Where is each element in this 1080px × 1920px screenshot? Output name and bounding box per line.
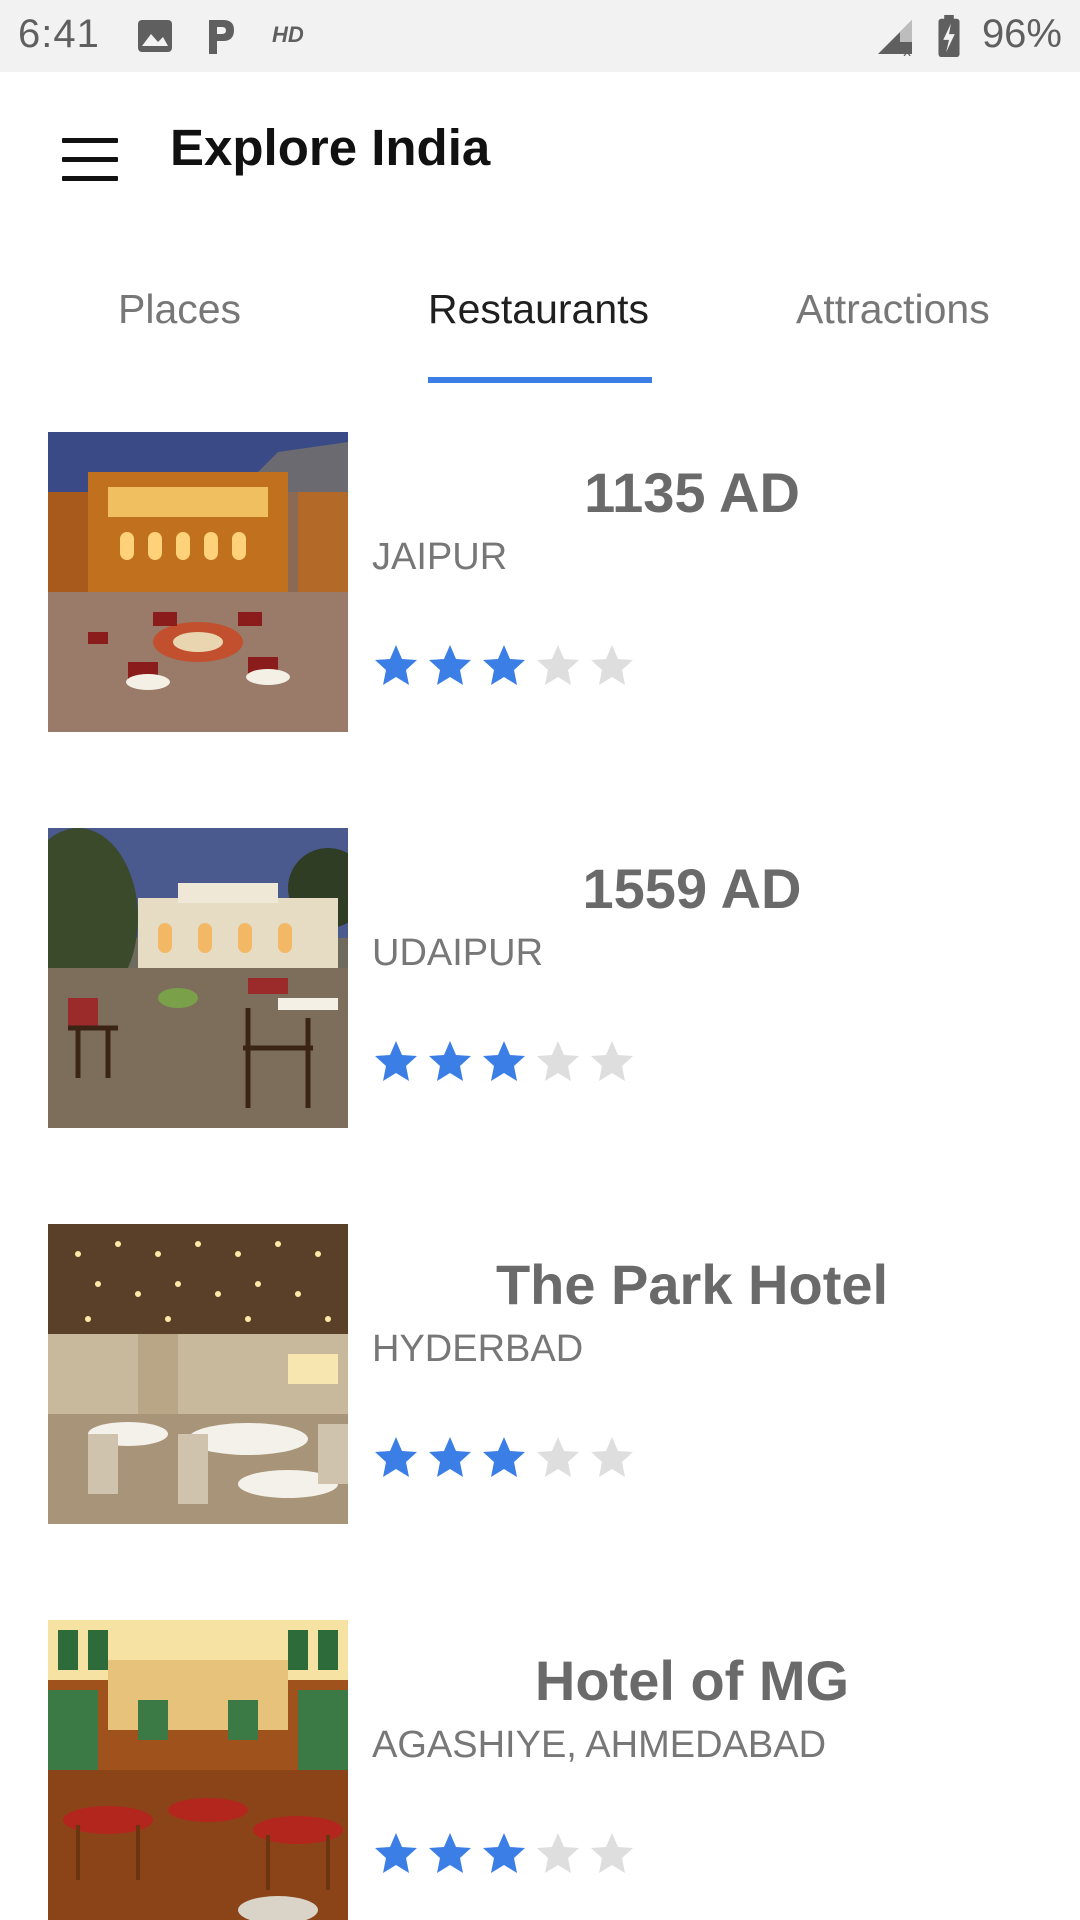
garden-restaurant-image <box>48 828 348 1128</box>
star-empty-icon <box>591 1041 633 1081</box>
star-filled-icon <box>375 645 417 685</box>
restaurant-location: HYDERBAD <box>372 1328 584 1370</box>
page-title: Explore India <box>170 119 491 176</box>
tab-restaurants[interactable]: Restaurants <box>428 286 649 333</box>
star-empty-icon <box>537 645 579 685</box>
star-filled-icon <box>483 645 525 685</box>
dining-hall-image <box>48 1224 348 1524</box>
image-icon <box>138 20 172 52</box>
star-empty-icon <box>591 1437 633 1477</box>
star-empty-icon <box>537 1041 579 1081</box>
tab-places[interactable]: Places <box>118 286 241 333</box>
restaurant-location: JAIPUR <box>372 536 508 578</box>
restaurant-location: AGASHIYE, AHMEDABAD <box>372 1724 827 1766</box>
star-filled-icon <box>375 1833 417 1873</box>
star-filled-icon <box>483 1041 525 1081</box>
tab-indicator <box>428 377 652 383</box>
list-item[interactable]: 1559 AD UDAIPUR <box>0 828 1080 1128</box>
signal-icon: x <box>878 20 912 58</box>
status-time: 6:41 <box>18 12 100 56</box>
star-empty-icon <box>537 1833 579 1873</box>
list-item[interactable]: 1135 AD JAIPUR <box>0 432 1080 732</box>
tab-bar: Places Restaurants Attractions <box>0 262 1080 384</box>
app-bar: Explore India <box>0 72 1080 232</box>
ornate-dining-image <box>48 1620 348 1920</box>
star-filled-icon <box>429 1833 471 1873</box>
star-filled-icon <box>375 1041 417 1081</box>
hd-icon: HD <box>272 22 304 47</box>
restaurant-name: Hotel of MG <box>534 1649 850 1712</box>
menu-icon[interactable] <box>62 138 118 182</box>
parking-icon <box>209 20 234 54</box>
star-filled-icon <box>483 1833 525 1873</box>
status-bar: 6:41 HD x 96% <box>0 0 1080 72</box>
svg-text:x: x <box>903 44 911 58</box>
battery-charging-icon <box>938 14 960 58</box>
list-item[interactable]: Hotel of MG AGASHIYE, AHMEDABAD <box>0 1620 1080 1920</box>
list-item[interactable]: The Park Hotel HYDERBAD <box>0 1224 1080 1524</box>
restaurant-name: The Park Hotel <box>495 1253 889 1316</box>
star-empty-icon <box>591 1833 633 1873</box>
star-filled-icon <box>483 1437 525 1477</box>
star-empty-icon <box>537 1437 579 1477</box>
battery-percent: 96% <box>981 12 1062 56</box>
star-filled-icon <box>429 645 471 685</box>
restaurant-location: UDAIPUR <box>372 932 544 974</box>
star-filled-icon <box>429 1437 471 1477</box>
tab-attractions[interactable]: Attractions <box>796 286 990 333</box>
courtyard-restaurant-image <box>48 432 348 732</box>
restaurant-name: 1559 AD <box>582 857 802 920</box>
star-filled-icon <box>375 1437 417 1477</box>
restaurant-name: 1135 AD <box>584 461 800 524</box>
star-empty-icon <box>591 645 633 685</box>
star-filled-icon <box>429 1041 471 1081</box>
